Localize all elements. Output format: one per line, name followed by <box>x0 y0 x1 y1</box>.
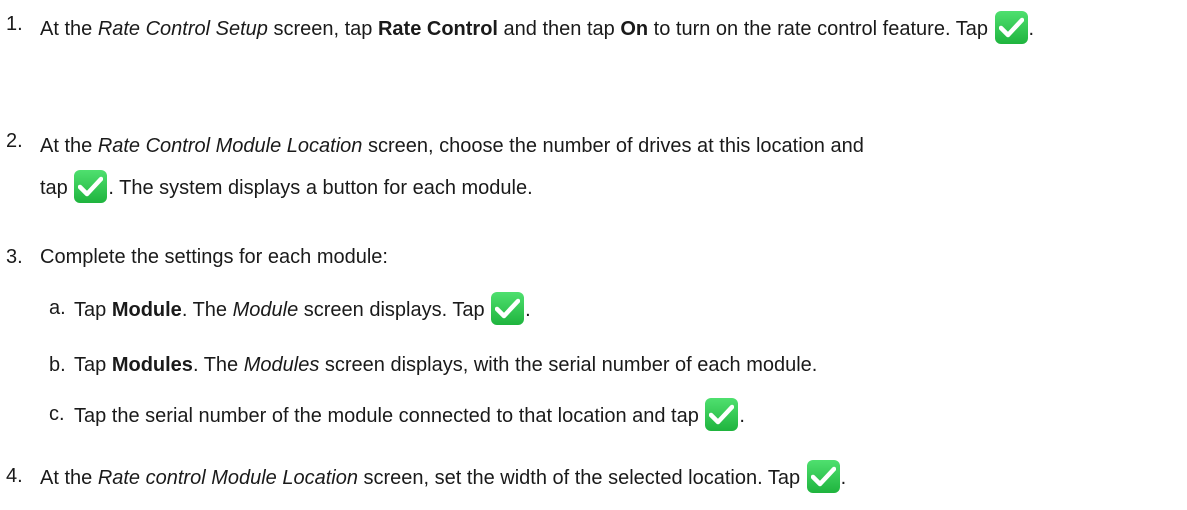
screen-name: Modules <box>243 354 320 376</box>
screen-name: Rate Control Module Location <box>97 135 363 157</box>
checkmark-icon <box>705 398 739 431</box>
checkmark-icon <box>806 460 840 493</box>
ui-term: Rate Control <box>377 18 498 40</box>
ui-term: Module <box>111 299 182 321</box>
step-number: 4. <box>6 465 23 487</box>
step-number: 2. <box>6 130 23 152</box>
substep-text: Tap Modules. The Modules screen displays… <box>74 354 818 376</box>
step-text: At the Rate control Module Location scre… <box>40 460 1185 495</box>
step-number: 1. <box>6 13 23 35</box>
substep-letter: b. <box>49 354 66 376</box>
checkmark-icon <box>491 292 525 325</box>
substep-letter: c. <box>49 403 65 425</box>
screen-name: Rate control Module Location <box>97 467 358 489</box>
screen-name: Rate Control Setup <box>97 18 268 40</box>
step-text: Complete the settings for each module: <box>40 246 388 268</box>
ui-term: On <box>620 18 649 40</box>
substep-letter: a. <box>49 297 66 319</box>
step-number: 3. <box>6 246 23 268</box>
step-text: At the Rate Control Setup screen, tap Ra… <box>40 8 1185 50</box>
substep-text: Tap the serial number of the module conn… <box>74 398 1184 433</box>
ui-term: Modules <box>111 354 193 376</box>
checkmark-icon <box>994 11 1028 44</box>
substep-text: Tap Module. The Module screen displays. … <box>74 292 1184 327</box>
screen-name: Module <box>232 299 299 321</box>
checkmark-icon <box>74 170 108 203</box>
step-text: At the Rate Control Module Location scre… <box>40 125 1185 209</box>
